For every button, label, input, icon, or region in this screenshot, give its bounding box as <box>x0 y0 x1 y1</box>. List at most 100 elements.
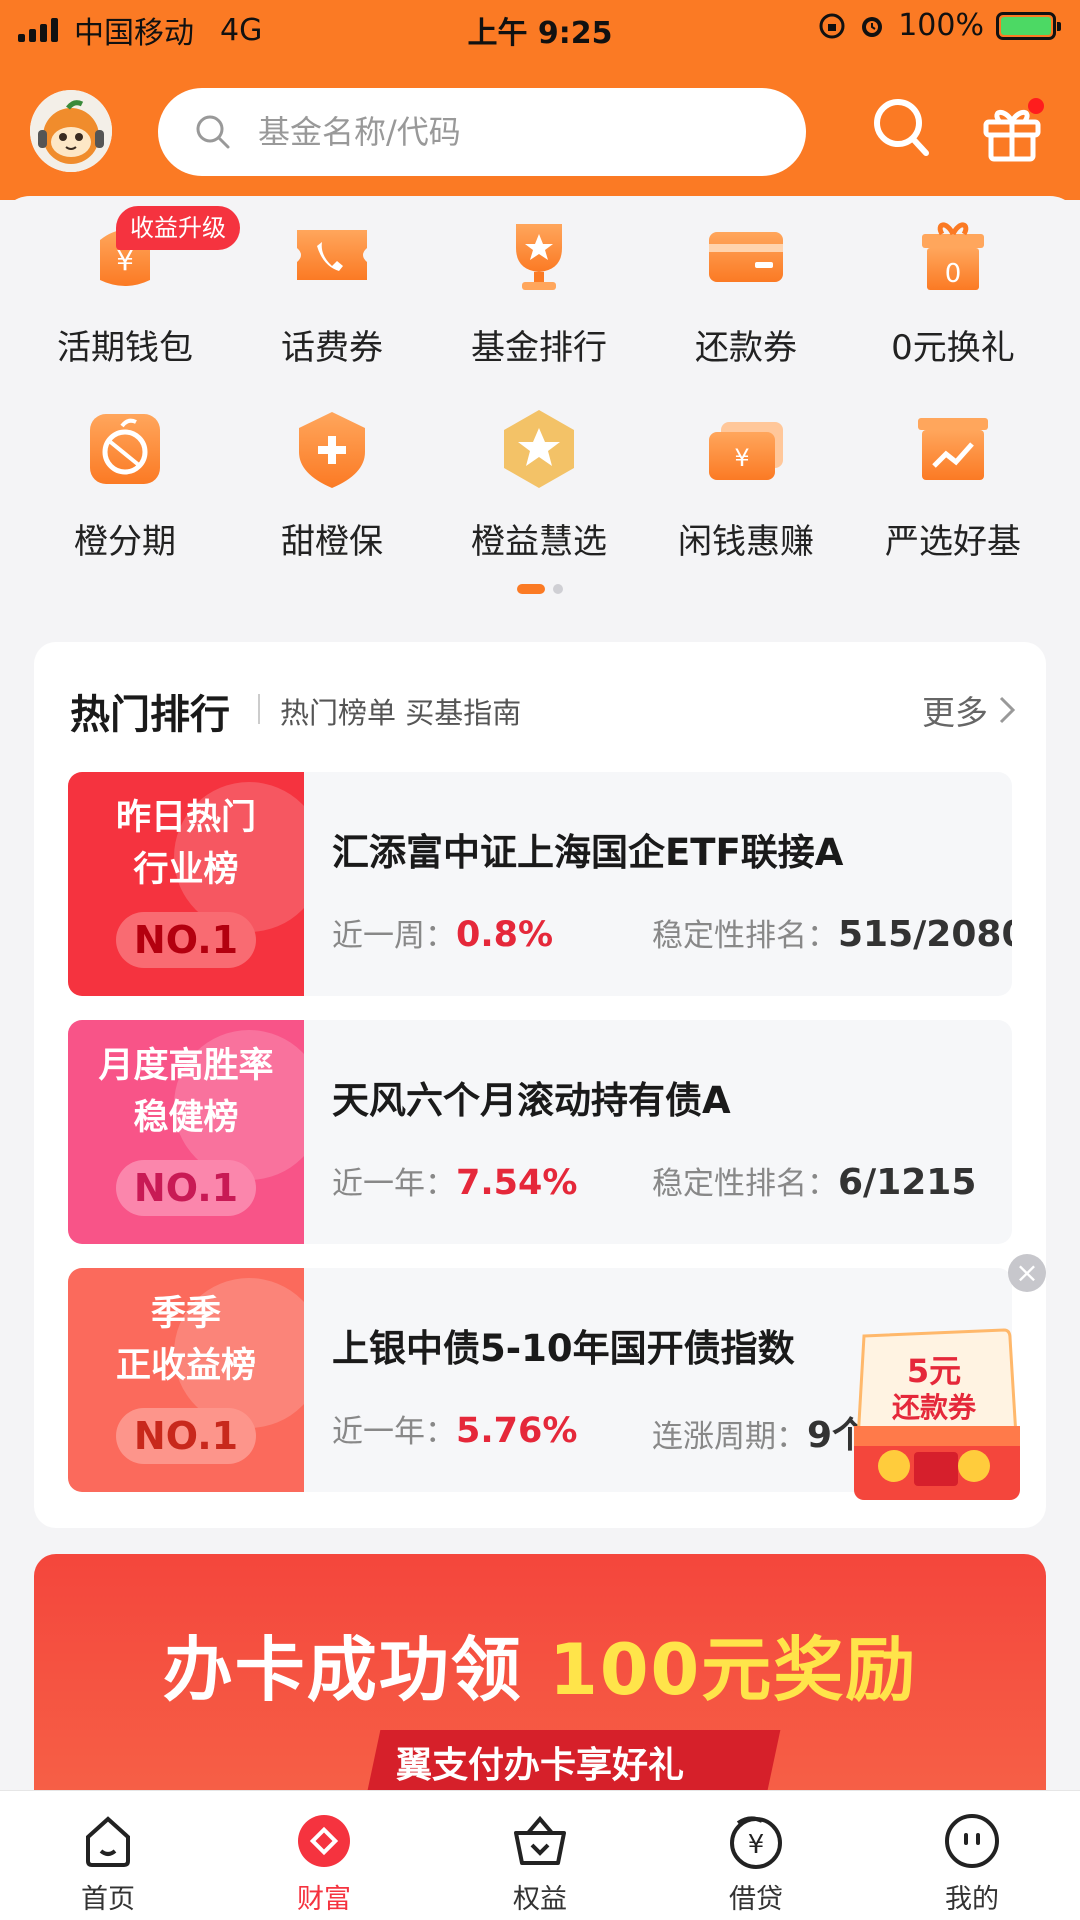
return-metric: 近一年：7.54% <box>332 1158 577 1203</box>
orange-mascot-icon <box>30 90 112 172</box>
grid-item-label: 橙分期 <box>74 522 176 562</box>
tab-loans[interactable]: ¥ 借贷 <box>676 1811 836 1916</box>
card-icon <box>709 232 783 282</box>
trend-chart-icon <box>918 418 988 480</box>
grid-item-label: 0元换礼 <box>891 328 1015 368</box>
section-subtitle: 热门榜单 买基指南 <box>280 696 522 730</box>
grid-item-label: 话费券 <box>281 328 383 368</box>
tab-wealth[interactable]: 财富 <box>244 1811 404 1916</box>
grid-item-label: 橙益慧选 <box>471 522 607 562</box>
close-icon: × <box>1015 1256 1039 1289</box>
chevron-right-icon <box>999 696 1016 724</box>
tag-subtitle: 行业榜 <box>133 850 239 890</box>
more-link[interactable]: 更多 <box>922 686 1016 734</box>
gift-button[interactable] <box>980 96 1048 168</box>
banner-title-highlight: 100元奖励 <box>549 1629 918 1711</box>
grid-item-selected-funds[interactable]: 严选好基 <box>853 404 1053 563</box>
return-metric: 近一年：5.76% <box>332 1406 577 1451</box>
divider <box>258 694 260 724</box>
tab-label: 借贷 <box>729 1884 783 1915</box>
battery-icon <box>996 11 1061 40</box>
tab-label: 我的 <box>945 1884 999 1915</box>
rank-label: 连涨周期： <box>652 1419 807 1455</box>
tab-home[interactable]: 首页 <box>28 1811 188 1916</box>
ranking-tag: 月度高胜率 稳健榜 NO.1 <box>68 1020 304 1244</box>
rank-label: 稳定性排名： <box>652 918 838 954</box>
metric-label: 近一年： <box>332 1414 456 1450</box>
gift-box-icon: 0 <box>922 222 984 290</box>
grid-item-insurance[interactable]: 甜橙保 <box>232 404 432 563</box>
svg-text:¥: ¥ <box>734 444 749 472</box>
wealth-icon <box>298 1815 350 1867</box>
rank-badge: NO.1 <box>116 912 256 968</box>
star-hexagon-icon <box>504 410 574 488</box>
fund-name: 上银中债5-10年国开债指数 <box>332 1327 795 1370</box>
close-button[interactable]: × <box>1008 1254 1046 1292</box>
gift-icon <box>983 98 1044 162</box>
tab-label: 首页 <box>81 1884 135 1915</box>
metric-value: 7.54% <box>456 1163 578 1203</box>
ranking-item[interactable]: 昨日热门 行业榜 NO.1 汇添富中证上海国企ETF联接A 近一周：0.8% 稳… <box>68 772 1012 996</box>
rank-metric: 稳定性排名：6/1215 <box>652 1158 976 1203</box>
grid-item-label: 闲钱惠赚 <box>678 522 814 562</box>
yuan-coin-icon: ¥ <box>730 1816 782 1869</box>
basket-icon <box>514 1815 566 1865</box>
coupon-label: 还款券 <box>891 1391 976 1424</box>
phone-coupon-icon <box>297 230 367 280</box>
tag-subtitle: 稳健榜 <box>133 1098 239 1138</box>
cash-icon: ¥ <box>709 422 783 480</box>
grid-item-smart-select[interactable]: 橙益慧选 <box>439 404 639 563</box>
section-title: 热门排行 <box>70 692 230 738</box>
profile-face-icon <box>945 1814 999 1868</box>
alarm-icon <box>862 16 883 37</box>
upgrade-badge: 收益升级 <box>116 206 240 250</box>
fund-name: 汇添富中证上海国企ETF联接A <box>332 831 844 874</box>
tab-label: 财富 <box>297 1884 351 1915</box>
ranking-item[interactable]: 月度高胜率 稳健榜 NO.1 天风六个月滚动持有债A 近一年：7.54% 稳定性… <box>68 1020 1012 1244</box>
fund-name: 天风六个月滚动持有债A <box>332 1079 731 1122</box>
grid-item-label: 活期钱包 <box>57 328 193 368</box>
grid-item-repay-coupon[interactable]: 还款券 <box>646 210 846 369</box>
orientation-lock-icon <box>819 13 845 38</box>
banner-title: 办卡成功领 100元奖励 <box>34 1614 1046 1715</box>
grid-item-label: 还款券 <box>695 328 797 368</box>
search-input[interactable] <box>258 113 738 151</box>
bottom-tab-bar: 首页 财富 权益 ¥ 借贷 我的 <box>0 1790 1080 1920</box>
search-icon <box>196 115 230 149</box>
svg-text:0: 0 <box>945 259 962 289</box>
grid-item-free-gift[interactable]: 0 0元换礼 <box>853 210 1053 369</box>
grid-item-label: 严选好基 <box>885 522 1021 562</box>
svg-text:¥: ¥ <box>748 1830 765 1860</box>
rank-badge: NO.1 <box>116 1408 256 1464</box>
tag-title: 月度高胜率 <box>98 1046 274 1086</box>
tab-profile[interactable]: 我的 <box>892 1811 1052 1916</box>
floating-coupon[interactable]: 5元 还款券 <box>834 1316 1034 1504</box>
trophy-icon <box>516 224 562 290</box>
rank-value: 6/1215 <box>838 1162 977 1203</box>
grid-item-label: 基金排行 <box>471 328 607 368</box>
avatar[interactable] <box>30 90 112 172</box>
grid-item-spare-cash[interactable]: ¥ 闲钱惠赚 <box>646 404 846 563</box>
page-dot <box>553 584 563 594</box>
metric-label: 近一周： <box>332 918 456 954</box>
grid-item-fund-ranking[interactable]: 基金排行 <box>439 210 639 369</box>
tag-subtitle: 正收益榜 <box>115 1346 256 1386</box>
banner-subtitle: 翼支付办卡享好礼 <box>395 1745 684 1786</box>
rank-value: 515/2080 <box>838 914 1012 955</box>
grid-item-phone-coupon[interactable]: 话费券 <box>232 210 432 369</box>
search-button[interactable] <box>872 96 932 164</box>
promo-banner[interactable]: 办卡成功领 100元奖励 翼支付办卡享好礼 <box>34 1554 1046 1790</box>
grid-item-installment[interactable]: 橙分期 <box>25 404 225 563</box>
metric-value: 0.8% <box>456 915 554 955</box>
ranking-tag: 昨日热门 行业榜 NO.1 <box>68 772 304 996</box>
tab-benefits[interactable]: 权益 <box>460 1811 620 1916</box>
page-dot-active <box>517 584 545 594</box>
status-bar: 中国移动 4G 上午 9:25 100% <box>0 0 1080 56</box>
metric-label: 近一年： <box>332 1166 456 1202</box>
more-label: 更多 <box>922 693 988 732</box>
tag-title: 季季 <box>150 1294 221 1334</box>
grid-item-label: 甜橙保 <box>281 522 383 562</box>
search-bar[interactable] <box>158 88 806 176</box>
banner-title-text: 办卡成功领 <box>162 1629 550 1711</box>
shield-plus-icon <box>299 412 365 488</box>
